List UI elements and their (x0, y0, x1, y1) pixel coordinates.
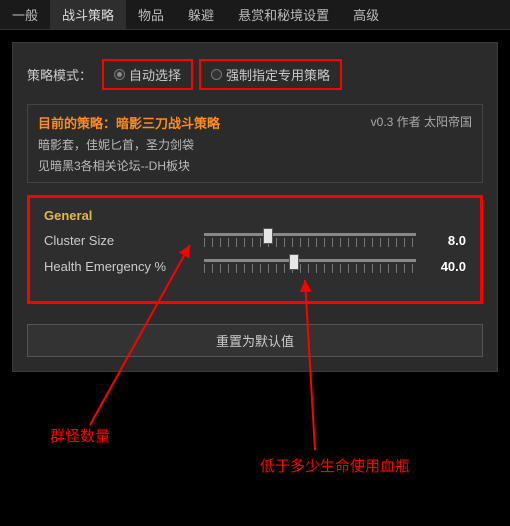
current-strategy-box: 目前的策略：暗影三刀战斗策略 暗影套，佳妮匕首，圣力剑袋 见暗黑3各相关论坛--… (27, 104, 483, 183)
health-emergency-row: Health Emergency % 40.0 (44, 257, 466, 275)
strategy-line2: 见暗黑3各相关论坛--DH板块 (38, 157, 472, 174)
cluster-size-label: Cluster Size (44, 233, 194, 248)
reset-button[interactable]: 重置为默认值 (27, 324, 483, 357)
radio-dot-icon (211, 69, 222, 80)
cluster-size-value: 8.0 (426, 233, 466, 248)
tab-evade[interactable]: 躲避 (176, 0, 226, 29)
strategy-version: v0.3 作者 太阳帝国 (371, 113, 472, 130)
health-emergency-label: Health Emergency % (44, 259, 194, 274)
radio-auto[interactable]: 自动选择 (102, 59, 193, 90)
tab-general[interactable]: 一般 (0, 0, 50, 29)
slider-thumb-icon[interactable] (289, 254, 299, 270)
radio-dot-icon (114, 69, 125, 80)
strategy-line1: 暗影套，佳妮匕首，圣力剑袋 (38, 136, 472, 153)
radio-forced-label: 强制指定专用策略 (226, 65, 330, 84)
tab-bounty-rift[interactable]: 悬赏和秘境设置 (226, 0, 341, 29)
annotation-health: 低于多少生命使用血瓶 (260, 455, 410, 476)
mode-label: 策略模式： (27, 65, 92, 84)
general-section: General Cluster Size 8.0 Health Emergenc… (27, 195, 483, 304)
combat-panel: 策略模式： 自动选择 强制指定专用策略 目前的策略：暗影三刀战斗策略 暗影套，佳… (12, 42, 498, 372)
tab-items[interactable]: 物品 (126, 0, 176, 29)
radio-forced[interactable]: 强制指定专用策略 (199, 59, 342, 90)
health-emergency-value: 40.0 (426, 259, 466, 274)
cluster-size-slider[interactable] (204, 231, 416, 249)
mode-row: 策略模式： 自动选择 强制指定专用策略 (27, 53, 483, 100)
radio-auto-label: 自动选择 (129, 65, 181, 84)
health-emergency-slider[interactable] (204, 257, 416, 275)
general-title: General (44, 208, 466, 223)
tab-combat-strategy[interactable]: 战斗策略 (50, 0, 126, 29)
tab-bar: 一般 战斗策略 物品 躲避 悬赏和秘境设置 高级 (0, 0, 510, 30)
cluster-size-row: Cluster Size 8.0 (44, 231, 466, 249)
slider-thumb-icon[interactable] (263, 228, 273, 244)
annotation-cluster: 群怪数量 (50, 425, 110, 446)
tab-advanced[interactable]: 高级 (341, 0, 391, 29)
